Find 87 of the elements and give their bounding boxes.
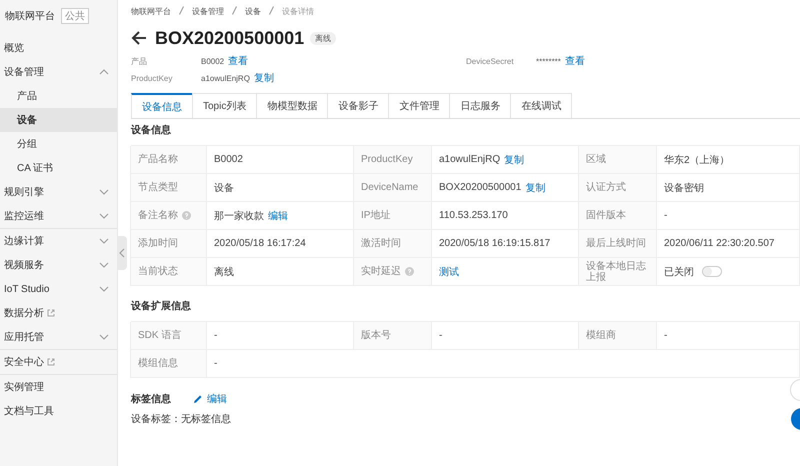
value-text: 那一家收款 [214,210,264,222]
sidebar-item[interactable]: 安全中心 [0,350,117,374]
sidebar-item[interactable]: 概览 [0,36,117,60]
action-link[interactable]: 复制 [254,71,274,85]
table-cell: IP地址 [353,202,432,230]
label-text: 实时延迟 [361,266,401,277]
sidebar-item[interactable]: IoT Studio [0,277,117,301]
field-label: ProductKey [131,74,174,82]
section-title: 标签信息 [131,392,171,406]
table-cell: 激活时间 [353,230,432,258]
breadcrumb-separator-icon [232,6,237,15]
table-cell: SDK 语言 [130,322,207,350]
table-cell: - [657,322,800,350]
chevron-down-icon [99,286,109,292]
table-cell: ProductKey [353,146,432,174]
edit-link[interactable]: 编辑 [193,392,227,406]
table-cell: 模组信息 [130,350,207,378]
action-link[interactable]: 查看 [228,54,248,68]
sidebar-item[interactable]: 设备管理 [0,60,117,84]
toggle-switch[interactable] [702,266,722,277]
table-cell: - [657,202,800,230]
test-link[interactable]: 测试 [439,264,459,278]
sidebar-item[interactable]: 视频服务 [0,253,117,277]
table-cell: 模组商 [578,322,657,350]
tab[interactable]: 在线调试 [510,93,572,118]
status-badge: 离线 [310,32,336,44]
pencil-icon [193,394,203,404]
sidebar-item[interactable]: 规则引擎 [0,180,117,204]
table-cell: 添加时间 [130,230,207,258]
sidebar-item[interactable]: 边缘计算 [0,229,117,253]
sidebar-item[interactable]: 监控运维 [0,204,117,228]
tab[interactable]: 设备信息 [131,93,193,118]
collapse-handle[interactable] [117,236,127,270]
sidebar-item[interactable]: 应用托管 [0,325,117,349]
sidebar-item[interactable]: 文档与工具 [0,399,117,423]
value-text: BOX20200500001 [439,182,522,193]
switch-label: 已关闭 [664,266,694,278]
chevron-down-icon [99,334,109,340]
field-label: 产品 [131,56,148,66]
breadcrumb-link[interactable]: 设备 [245,6,261,20]
table-cell: 华东2（上海） [657,146,800,174]
table-cell: 固件版本 [578,202,657,230]
platform-title: 物联网平台 [5,10,55,23]
action-link[interactable]: 查看 [564,54,585,68]
action-link[interactable]: 编辑 [268,208,288,222]
field-label: DeviceSecret [466,56,515,66]
table-cell: 设备密钥 [657,174,800,202]
table-cell: 节点类型 [130,174,207,202]
breadcrumb-separator-icon [269,6,274,15]
table-cell: DeviceName [353,174,432,202]
section-title: 设备信息 [131,124,172,138]
field-value: ******** [536,56,561,66]
value-text: a1owulEnjRQ [439,154,500,165]
table-cell: - [207,350,800,378]
label-text: 备注名称 [138,210,178,221]
tag-label: 设备标签： [131,414,181,425]
sidebar-item[interactable]: 数据分析 [0,301,117,325]
sidebar-item[interactable]: 分组 [0,132,117,156]
sidebar-item[interactable]: 设备 [0,108,117,132]
action-link[interactable]: 复制 [525,180,546,194]
sidebar-item[interactable]: 实例管理 [0,375,117,399]
table-cell: 2020/06/11 22:30:20.507 [657,230,800,258]
action-link[interactable]: 复制 [504,152,524,166]
table-cell: 最后上线时间 [578,230,657,258]
back-arrow-icon[interactable] [131,31,147,45]
table-cell: 版本号 [353,322,432,350]
platform-badge: 公共 [61,8,89,24]
sidebar-item[interactable]: CA 证书 [0,156,117,180]
section-title: 设备扩展信息 [131,300,192,314]
table-cell: 认证方式 [578,174,657,202]
table-cell: 产品名称 [130,146,207,174]
sidebar-item[interactable]: 产品 [0,84,117,108]
page-title: BOX20200500001 [155,28,304,48]
chevron-down-icon [99,238,109,244]
chevron-down-icon [99,189,109,195]
chevron-down-icon [99,213,109,219]
breadcrumb-separator-icon [179,6,184,15]
table-cell: 设备本地日志上报 [578,258,657,286]
chevron-up-icon [99,69,109,75]
field-value: B0002 [201,56,224,66]
tag-value: 无标签信息 [181,414,231,425]
table-cell: 当前状态 [130,258,207,286]
table-cell: 区域 [578,146,657,174]
breadcrumb-link[interactable]: 物联网平台 [131,6,171,20]
chevron-down-icon [99,262,109,268]
breadcrumb-link[interactable]: 设备管理 [192,6,224,20]
field-value: a1owulEnjRQ [201,74,250,82]
